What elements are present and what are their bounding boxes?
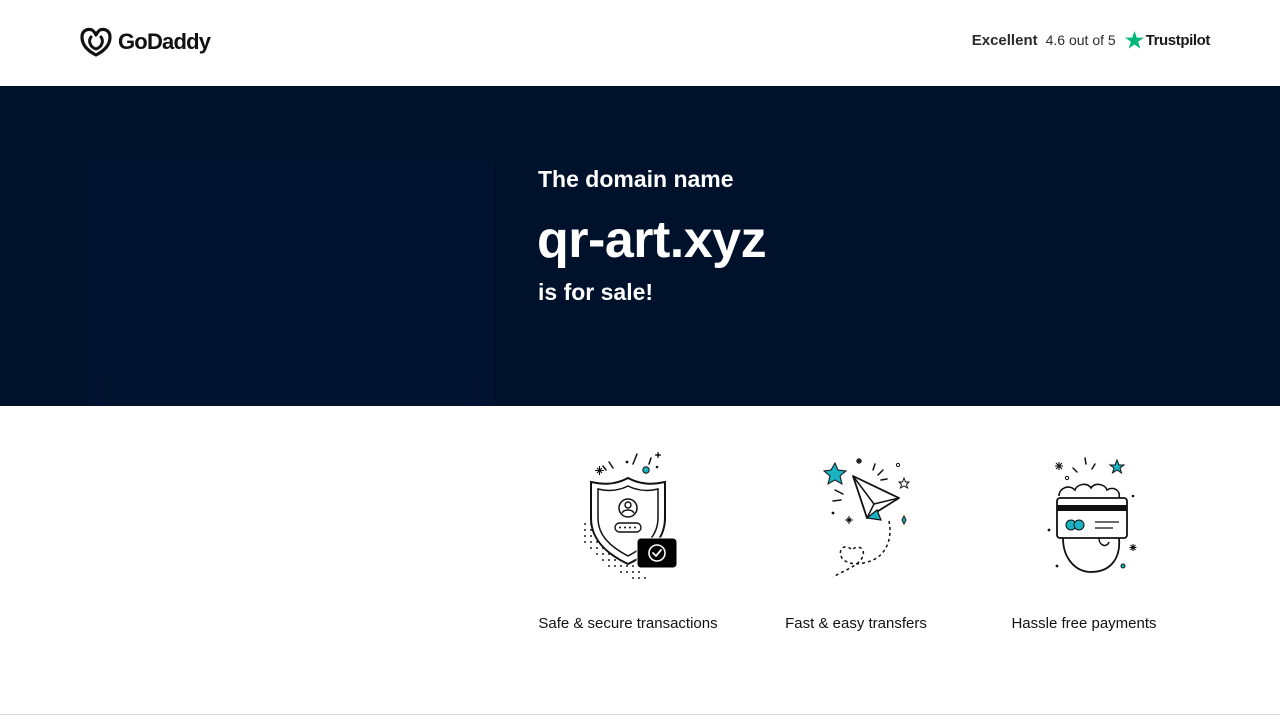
top-header: GoDaddy Excellent 4.6 out of 5 Trustpilo… (0, 0, 1280, 86)
hand-card-icon (1047, 457, 1137, 573)
godaddy-logo[interactable]: GoDaddy (80, 27, 211, 57)
paper-plane-icon (822, 458, 911, 578)
rating-word: Excellent (971, 31, 1038, 49)
trustpilot-star-icon (1124, 31, 1144, 49)
feature-secure: Safe & secure transactions (518, 448, 738, 632)
trustpilot-name: Trustpilot (1145, 31, 1211, 49)
rating-score: 4.6 out of 5 (1045, 32, 1116, 48)
brand-name: GoDaddy (118, 29, 211, 54)
feature-transfers: Fast & easy transfers (746, 448, 966, 632)
trustpilot-rating[interactable]: Excellent 4.6 out of 5 Trustpilot (972, 31, 1210, 49)
feature-payments: Hassle free payments (974, 448, 1194, 632)
feature-label: Hassle free payments (1011, 615, 1157, 632)
feature-label: Safe & secure transactions (538, 615, 718, 632)
feature-label: Fast & easy transfers (785, 615, 927, 632)
hero-banner: The domain name qr-art.xyz is for sale! (0, 86, 1280, 406)
hero-placeholder-strip (105, 375, 470, 406)
footer-divider (0, 714, 1280, 715)
hero-placeholder-panel (88, 161, 493, 406)
hero-subtitle: is for sale! (538, 279, 654, 305)
godaddy-logo-icon (80, 27, 112, 57)
hero-pretitle: The domain name (538, 166, 734, 192)
domain-name: qr-art.xyz (537, 211, 767, 269)
shield-check-icon (584, 452, 678, 579)
